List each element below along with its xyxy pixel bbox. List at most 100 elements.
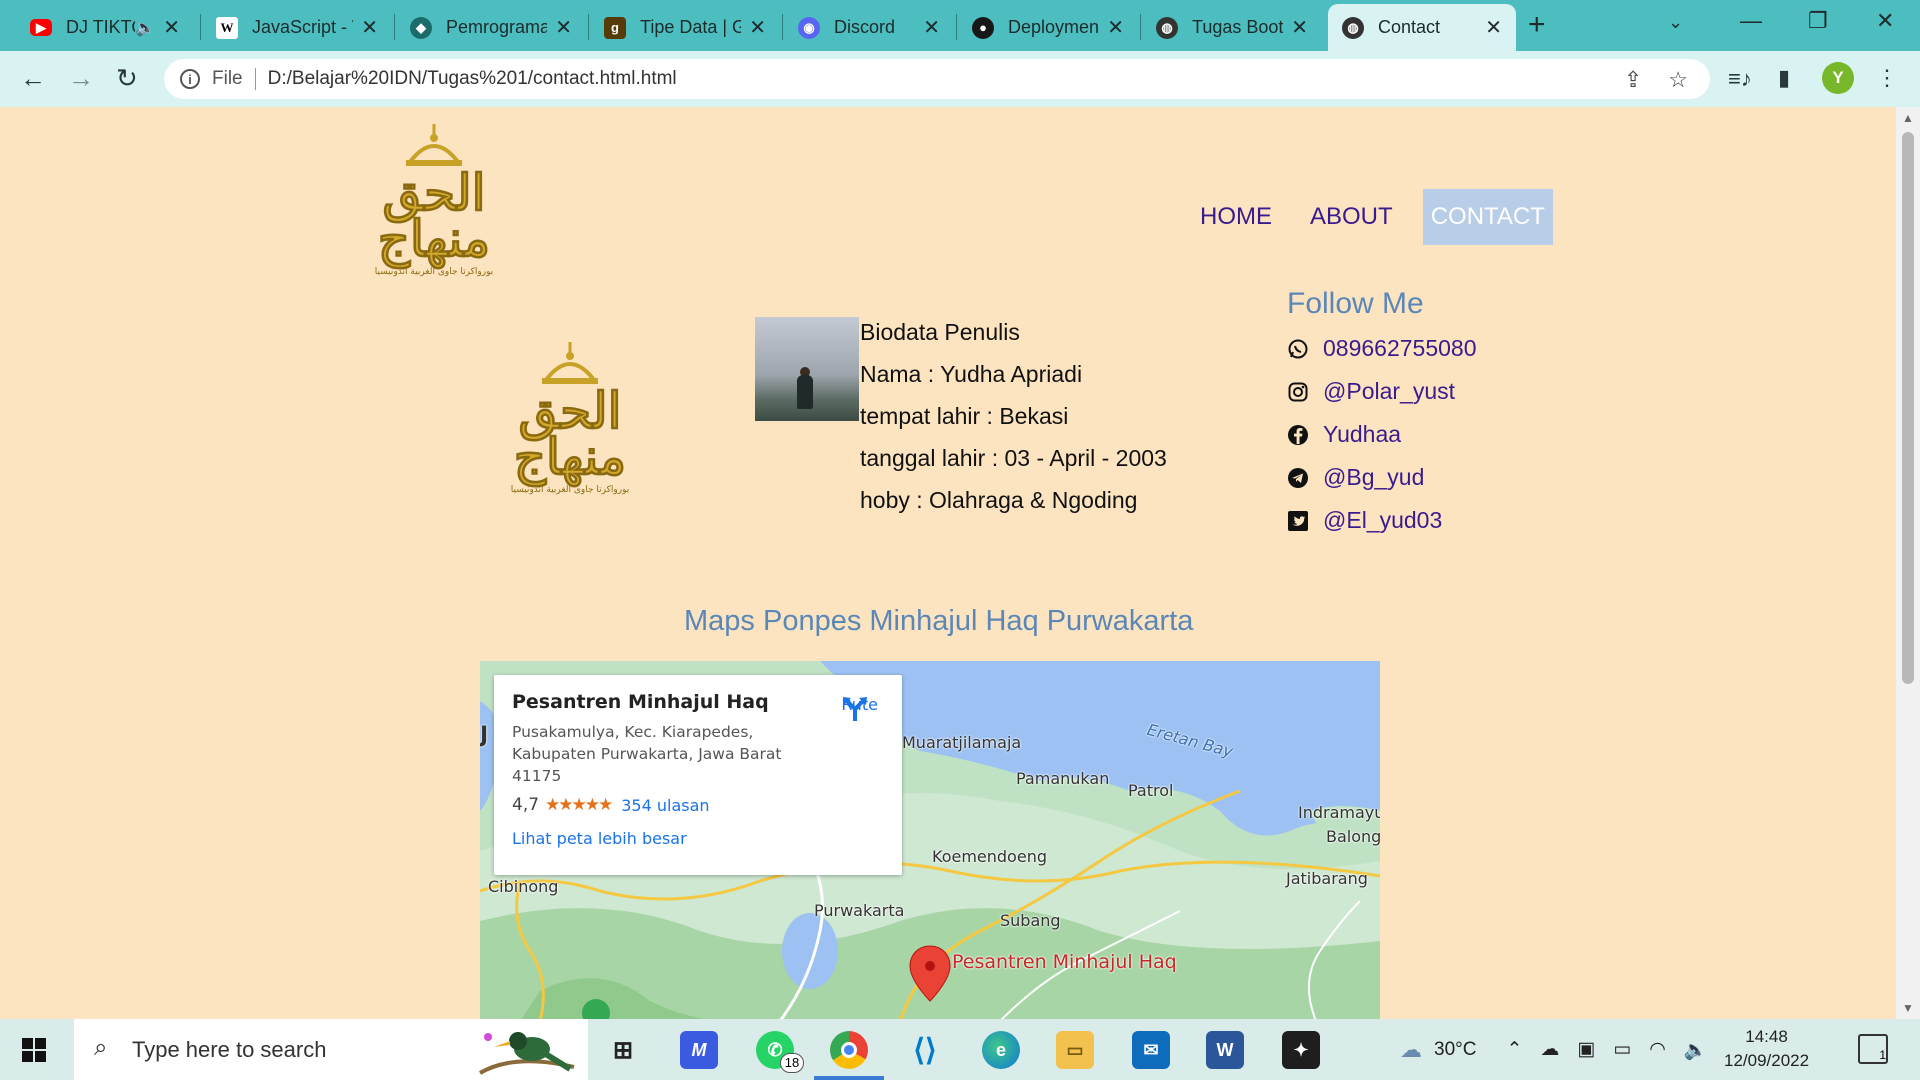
bird-illustration-icon xyxy=(478,1032,575,1075)
mosque-logo-icon: الحق منهاج بورواكرتا جاوى الغربية اندوني… xyxy=(375,124,493,277)
cloud-sync-icon[interactable]: ☁ xyxy=(1540,1038,1559,1061)
rating-stars-icon: ★★★★★ xyxy=(545,795,613,815)
discord-icon: ◉ xyxy=(798,16,820,39)
close-tab-icon[interactable]: ✕ xyxy=(1485,15,1502,40)
follow-label[interactable]: Yudhaa xyxy=(1323,421,1401,448)
mail-icon[interactable]: ✉ xyxy=(1132,1031,1170,1069)
info-icon[interactable]: i xyxy=(180,69,200,89)
close-tab-icon[interactable]: ✕ xyxy=(749,15,766,40)
task-view-icon[interactable]: ⊞ xyxy=(604,1031,642,1069)
close-tab-icon[interactable]: ✕ xyxy=(1291,15,1308,40)
larger-map-link[interactable]: Lihat peta lebih besar xyxy=(512,829,884,848)
directions-icon xyxy=(843,697,868,721)
close-tab-icon[interactable]: ✕ xyxy=(163,15,180,40)
search-placeholder: Type here to search xyxy=(132,1036,327,1062)
taskbar-clock[interactable]: 14:48 12/09/2022 xyxy=(1724,1025,1809,1073)
back-button[interactable]: ← xyxy=(20,63,46,94)
map-label-koemendoeng: Koemendoeng xyxy=(932,847,1047,866)
notification-center-icon[interactable]: 1 xyxy=(1858,1034,1888,1064)
close-tab-icon[interactable]: ✕ xyxy=(361,15,378,40)
share-icon[interactable]: ⇪ xyxy=(1624,67,1642,93)
follow-label[interactable]: 089662755080 xyxy=(1323,335,1477,362)
close-tab-icon[interactable]: ✕ xyxy=(1107,15,1124,40)
weather-icon[interactable]: ☁ xyxy=(1400,1037,1422,1063)
follow-label[interactable]: @Polar_yust xyxy=(1323,378,1455,405)
whatsapp-badge: 18 xyxy=(780,1053,804,1073)
chrome-icon[interactable] xyxy=(830,1031,868,1069)
follow-label[interactable]: @El_yud03 xyxy=(1323,507,1442,534)
reviews-link[interactable]: 354 ulasan xyxy=(621,796,709,815)
edge-icon[interactable]: e xyxy=(982,1031,1020,1069)
page-scrollbar[interactable]: ▲ ▼ xyxy=(1896,107,1920,1019)
tab-search-icon[interactable]: ⌄ xyxy=(1668,12,1683,33)
follow-item-twitter[interactable]: @El_yud03 xyxy=(1287,499,1477,542)
bio-hobby: hoby : Olahraga & Ngoding xyxy=(860,487,1138,513)
close-tab-icon[interactable]: ✕ xyxy=(555,15,572,40)
google-map-embed[interactable]: J Muaratjilamaja Eretan Bay Pamanukan Pa… xyxy=(480,661,1380,1019)
scroll-up-arrow-icon[interactable]: ▲ xyxy=(1902,111,1914,125)
map-place-card: Pesantren Minhajul Haq Pusakamulya, Kec.… xyxy=(494,675,902,875)
wifi-icon[interactable]: ◠ xyxy=(1649,1038,1666,1061)
profile-avatar[interactable]: Y xyxy=(1822,62,1854,94)
nav-home[interactable]: HOME xyxy=(1192,189,1280,245)
vscode-icon[interactable]: ⟨⟩ xyxy=(906,1031,944,1069)
forward-button[interactable]: → xyxy=(68,63,94,94)
tab-deployment[interactable]: ● Deployment ✕ xyxy=(958,4,1138,51)
tab-contact[interactable]: ◍ Contact ✕ xyxy=(1328,4,1516,51)
notification-count: 1 xyxy=(1879,1048,1886,1062)
tab-pemrograman[interactable]: ◆ Pemrograman ✕ xyxy=(396,4,586,51)
close-window-button[interactable]: ✕ xyxy=(1876,8,1894,34)
battery-icon[interactable]: ▭ xyxy=(1613,1038,1631,1061)
tab-divider xyxy=(956,14,957,40)
follow-item-instagram[interactable]: @Polar_yust xyxy=(1287,370,1477,413)
volume-icon[interactable]: 🔈 xyxy=(1684,1038,1708,1062)
tab-javascript[interactable]: W JavaScript - Wikipedia ✕ xyxy=(202,4,392,51)
tab-dj-tiktok[interactable]: ▶ DJ TIKTOK 🔈 ✕ xyxy=(16,4,194,51)
weather-temp[interactable]: 30°C xyxy=(1434,1039,1476,1061)
meet-icon[interactable]: ▣ xyxy=(1577,1038,1595,1061)
author-bio: Biodata Penulis Nama : Yudha Apriadi tem… xyxy=(860,311,1167,521)
tab-title: DJ TIKTOK xyxy=(66,17,135,37)
site-logo[interactable]: الحق منهاج بورواكرتا جاوى الغربية اندوني… xyxy=(362,122,506,282)
tab-tipe-data[interactable]: g Tipe Data | Goodreads ✕ xyxy=(590,4,780,51)
close-tab-icon[interactable]: ✕ xyxy=(923,15,940,40)
bookmark-star-icon[interactable]: ☆ xyxy=(1668,67,1688,93)
scrollbar-thumb[interactable] xyxy=(1902,132,1914,684)
route-button[interactable]: Rute xyxy=(841,695,878,721)
tab-title: Contact xyxy=(1378,17,1441,37)
nav-about[interactable]: ABOUT xyxy=(1302,189,1401,245)
new-tab-button[interactable]: + xyxy=(1528,8,1546,42)
file-explorer-icon[interactable]: ▭ xyxy=(1056,1031,1094,1069)
place-name: Pesantren Minhajul Haq xyxy=(512,691,769,713)
follow-label[interactable]: @Bg_yud xyxy=(1323,464,1424,491)
windows-start-icon[interactable] xyxy=(22,1038,46,1067)
word-icon[interactable]: W xyxy=(1206,1031,1244,1069)
tray-chevron-icon[interactable]: ⌃ xyxy=(1506,1038,1522,1061)
figma-icon[interactable]: ✦ xyxy=(1282,1031,1320,1069)
follow-item-whatsapp[interactable]: 089662755080 xyxy=(1287,327,1477,370)
minimize-button[interactable]: — xyxy=(1740,8,1762,34)
whatsapp-icon xyxy=(1287,338,1309,360)
bio-name: Nama : Yudha Apriadi xyxy=(860,361,1083,387)
tab-tugas-bootstrap[interactable]: ◍ Tugas Bootstrap ✕ xyxy=(1142,4,1322,51)
restore-button[interactable]: ❐ xyxy=(1808,8,1828,34)
side-panel-icon[interactable]: ▮ xyxy=(1778,65,1790,91)
address-bar[interactable]: i File D:/Belajar%20IDN/Tugas%201/contac… xyxy=(164,59,1710,99)
tab-divider xyxy=(782,14,783,40)
url-text[interactable]: D:/Belajar%20IDN/Tugas%201/contact.html.… xyxy=(268,68,677,90)
clock-date: 12/09/2022 xyxy=(1724,1051,1810,1070)
system-tray: ☁ 30°C ⌃ ☁ ▣ ▭ ◠ 🔈 xyxy=(1400,1019,1708,1080)
reload-button[interactable]: ↻ xyxy=(116,63,138,94)
taskbar-search-input[interactable]: ⌕ Type here to search xyxy=(74,1019,588,1080)
menu-kebab-icon[interactable]: ⋮ xyxy=(1876,65,1898,91)
speaker-icon[interactable]: 🔈 xyxy=(135,18,155,38)
media-control-icon[interactable]: ≡♪ xyxy=(1728,66,1752,92)
tab-discord[interactable]: ◉ Discord ✕ xyxy=(784,4,954,51)
map-pin-label[interactable]: Pesantren Minhajul Haq xyxy=(952,951,1177,973)
scroll-down-arrow-icon[interactable]: ▼ xyxy=(1902,1001,1914,1015)
follow-me: Follow Me 089662755080 @Polar_yust Yudha… xyxy=(1287,287,1477,542)
app-icon[interactable]: M xyxy=(680,1031,718,1069)
follow-item-facebook[interactable]: Yudhaa xyxy=(1287,413,1477,456)
nav-contact[interactable]: CONTACT xyxy=(1422,189,1553,245)
follow-item-telegram[interactable]: @Bg_yud xyxy=(1287,456,1477,499)
